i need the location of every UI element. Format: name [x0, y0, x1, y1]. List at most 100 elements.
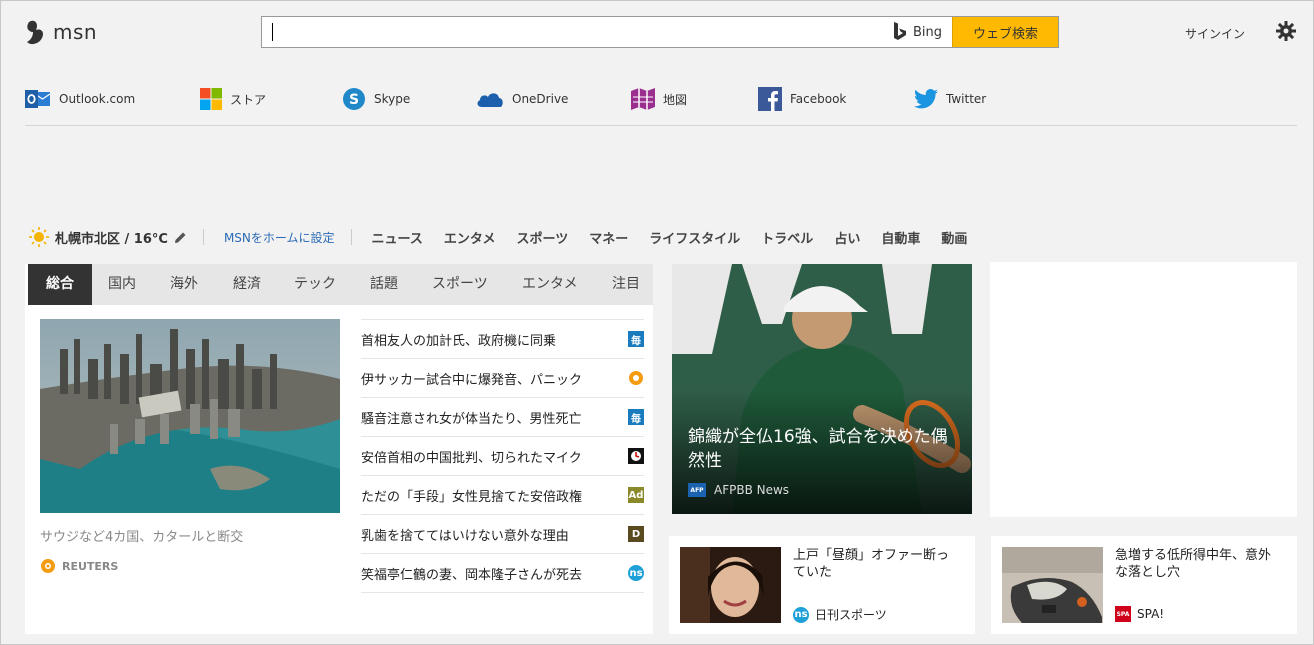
list-item[interactable]: ただの「手段」女性見捨てた安倍政権 Ad [361, 476, 644, 515]
afp-logo-icon: AFP [688, 483, 706, 497]
weather-widget[interactable]: 札幌市北区 / 16°C [29, 227, 187, 247]
search-bar: Bing ウェブ検索 [261, 16, 1059, 48]
hero-source-name: REUTERS [62, 559, 119, 573]
list-item[interactable]: 乳歯を捨ててはいけない意外な理由 D [361, 515, 644, 554]
mainichi-icon: 毎 [628, 409, 644, 425]
tab-sports[interactable]: スポーツ [432, 264, 488, 305]
news-panel: 総合 国内 海外 経済 テック 話題 スポーツ エンタメ 注目 サウジなど4カ国… [25, 264, 653, 634]
source-badge-icon: D [628, 526, 644, 542]
headline-title: 伊サッカー試合中に爆発音、パニック [361, 372, 583, 388]
category-link[interactable]: トラベル [761, 228, 813, 247]
tab-topics[interactable]: 話題 [370, 264, 398, 305]
hero-image[interactable] [40, 319, 340, 513]
quick-link-label: Skype [374, 92, 411, 106]
quick-link-label: Facebook [790, 92, 847, 106]
headline-title: 安倍首相の中国批判、切られたマイク [361, 450, 582, 466]
card-source-name: SPA! [1137, 607, 1165, 621]
reuters-icon [629, 371, 643, 385]
category-link[interactable]: ニュース [372, 228, 423, 247]
category-link[interactable]: 自動車 [881, 228, 920, 247]
ad-placeholder [990, 262, 1297, 517]
tab-overseas[interactable]: 海外 [170, 264, 198, 305]
city-skyline-image [40, 319, 340, 513]
card-image [1002, 547, 1103, 623]
quick-links-bar: Outlook.com ストア S Skype OneDrive 地図 Face… [25, 85, 1297, 126]
bing-text: Bing [912, 24, 942, 40]
category-link[interactable]: ライフスタイル [649, 228, 740, 247]
tab-tech[interactable]: テック [294, 264, 336, 305]
tab-general[interactable]: 総合 [28, 264, 92, 305]
list-item[interactable]: 伊サッカー試合中に爆発音、パニック [361, 359, 644, 398]
web-search-button[interactable]: ウェブ検索 [952, 17, 1058, 47]
pencil-icon[interactable] [174, 231, 187, 244]
feature-source-name: AFPBB News [714, 483, 790, 497]
list-item[interactable]: 安倍首相の中国批判、切られたマイク [361, 437, 644, 476]
bing-label: Bing [883, 17, 952, 47]
list-item[interactable]: 騒音注意され女が体当たり、男性死亡 毎 [361, 398, 644, 437]
tab-entertainment[interactable]: エンタメ [522, 264, 578, 305]
headline-title: 乳歯を捨ててはいけない意外な理由 [361, 528, 569, 544]
quick-link-facebook[interactable]: Facebook [758, 85, 846, 113]
onedrive-icon [477, 93, 503, 107]
tab-featured[interactable]: 注目 [612, 264, 640, 305]
feature-card[interactable]: 錦織が全仏16強、試合を決めた偶然性 AFP AFPBB News [672, 264, 972, 514]
nikkan-sports-icon: ns [628, 565, 644, 581]
feature-title: 錦織が全仏16強、試合を決めた偶然性 [688, 427, 948, 471]
nikkan-sports-icon: ns [793, 606, 809, 623]
map-icon [631, 88, 655, 110]
headline-list: 首相友人の加計氏、政府機に同乗 毎 伊サッカー試合中に爆発音、パニック 騒音注意… [361, 319, 644, 593]
quick-link-store[interactable]: ストア [200, 85, 266, 113]
messy-room-image [1002, 547, 1103, 623]
tab-economy[interactable]: 経済 [233, 264, 261, 305]
quick-link-maps[interactable]: 地図 [631, 85, 687, 113]
quick-link-outlook[interactable]: Outlook.com [25, 85, 135, 113]
msn-logo[interactable]: msn [25, 18, 97, 46]
sub-navigation: 札幌市北区 / 16°C MSNをホームに設定 ニュース エンタメ スポーツ マ… [29, 225, 967, 249]
svg-text:S: S [349, 92, 359, 108]
news-card[interactable]: 急増する低所得中年、意外な落とし穴 SPA SPA! [991, 536, 1297, 634]
twitter-icon [914, 89, 938, 109]
headline-title: 笑福亭仁鶴の妻、岡本隆子さんが死去 [361, 567, 583, 583]
settings-button[interactable] [1276, 21, 1296, 45]
category-nav: ニュース エンタメ スポーツ マネー ライフスタイル トラベル 占い 自動車 動… [372, 228, 968, 247]
tennis-player-image [672, 264, 972, 514]
card-image [680, 547, 781, 623]
card-title: 上戸「昼顔」オファー断っていた [793, 548, 950, 580]
card-source: ns 日刊スポーツ [793, 606, 887, 623]
gear-icon [1276, 21, 1296, 41]
category-link[interactable]: マネー [589, 228, 628, 247]
list-item[interactable]: 笑福亭仁鶴の妻、岡本隆子さんが死去 ns [361, 554, 644, 593]
set-home-link[interactable]: MSNをホームに設定 [224, 229, 335, 246]
source-badge-icon: Ad [628, 487, 644, 503]
category-link[interactable]: 占い [834, 228, 860, 247]
quick-link-skype[interactable]: S Skype [342, 85, 410, 113]
feature-source: AFP AFPBB News [688, 483, 789, 497]
reuters-logo-icon [41, 559, 55, 573]
spa-logo-icon: SPA [1115, 606, 1131, 622]
quick-link-label: Outlook.com [59, 92, 136, 106]
mainichi-icon: 毎 [628, 331, 644, 347]
list-item[interactable]: 首相友人の加計氏、政府機に同乗 毎 [361, 320, 644, 359]
quick-link-onedrive[interactable]: OneDrive [476, 85, 568, 113]
quick-link-label: 地図 [663, 92, 688, 107]
hero-source: REUTERS [40, 558, 118, 574]
portrait-image [680, 547, 781, 623]
category-link[interactable]: スポーツ [517, 228, 569, 247]
logo-text: msn [53, 20, 98, 44]
quick-link-label: OneDrive [512, 92, 569, 106]
sun-icon [29, 227, 49, 247]
news-card[interactable]: 上戸「昼顔」オファー断っていた ns 日刊スポーツ [669, 536, 975, 634]
headline-title: 騒音注意され女が体当たり、男性死亡 [361, 411, 582, 427]
divider [350, 229, 352, 245]
tab-domestic[interactable]: 国内 [108, 264, 136, 305]
signin-link[interactable]: サインイン [1185, 25, 1245, 42]
facebook-icon [758, 87, 782, 111]
store-icon [200, 88, 222, 110]
category-link[interactable]: エンタメ [444, 228, 496, 247]
search-input[interactable] [262, 17, 463, 47]
outlook-icon [25, 90, 51, 108]
hero-caption[interactable]: サウジなど4カ国、カタールと断交 [40, 526, 243, 545]
card-source-name: 日刊スポーツ [815, 608, 887, 622]
quick-link-twitter[interactable]: Twitter [914, 85, 986, 113]
category-link[interactable]: 動画 [941, 228, 967, 247]
